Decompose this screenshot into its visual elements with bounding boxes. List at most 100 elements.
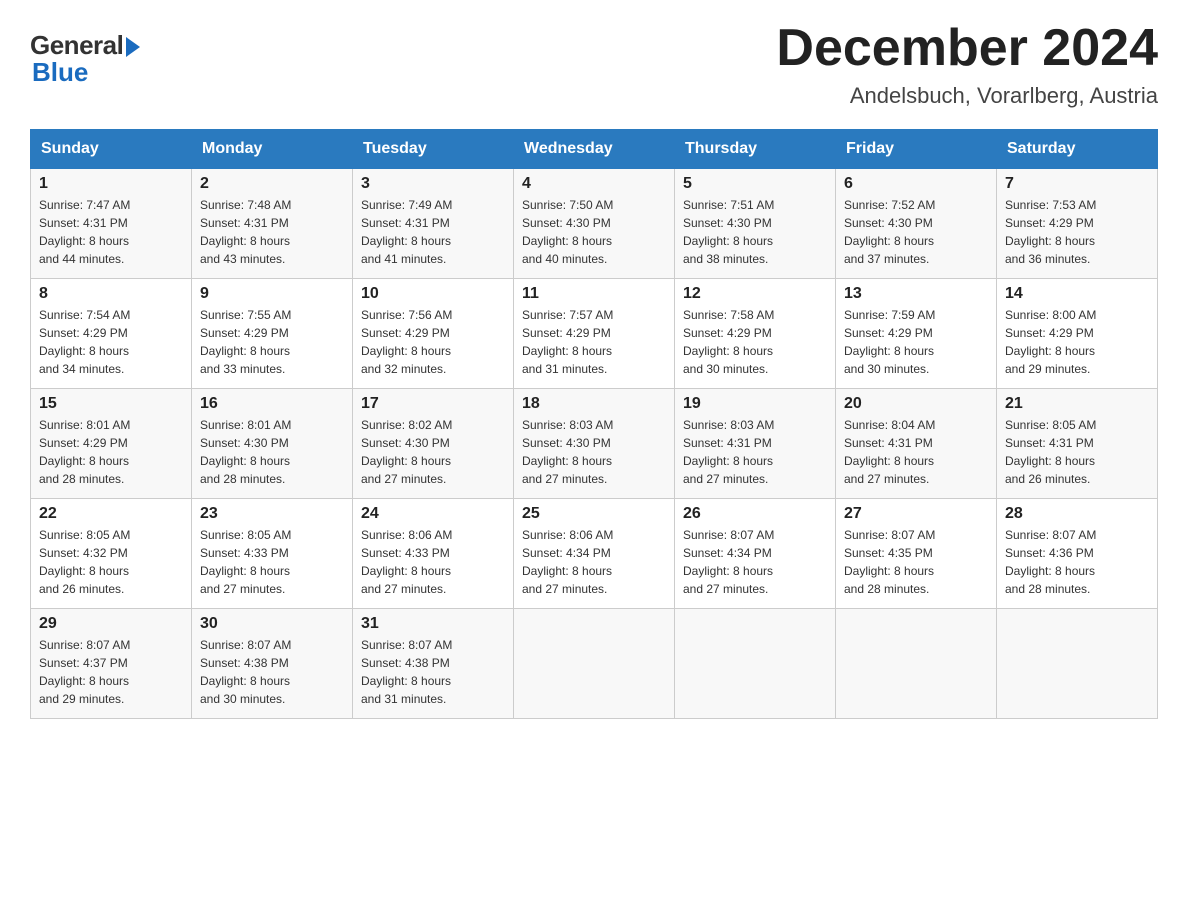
day-of-week-header: Saturday [997, 130, 1158, 169]
day-number: 7 [1005, 175, 1149, 193]
day-of-week-header: Tuesday [353, 130, 514, 169]
day-info: Sunrise: 8:06 AM Sunset: 4:33 PM Dayligh… [361, 526, 505, 598]
day-info: Sunrise: 8:07 AM Sunset: 4:38 PM Dayligh… [361, 636, 505, 708]
day-info: Sunrise: 8:07 AM Sunset: 4:37 PM Dayligh… [39, 636, 183, 708]
calendar-week-row: 22Sunrise: 8:05 AM Sunset: 4:32 PM Dayli… [31, 499, 1158, 609]
day-info: Sunrise: 7:47 AM Sunset: 4:31 PM Dayligh… [39, 196, 183, 268]
calendar-day-cell: 11Sunrise: 7:57 AM Sunset: 4:29 PM Dayli… [514, 279, 675, 389]
logo-arrow-icon [126, 37, 140, 57]
day-info: Sunrise: 8:07 AM Sunset: 4:35 PM Dayligh… [844, 526, 988, 598]
day-number: 1 [39, 175, 183, 193]
day-number: 18 [522, 395, 666, 413]
calendar-week-row: 8Sunrise: 7:54 AM Sunset: 4:29 PM Daylig… [31, 279, 1158, 389]
day-number: 21 [1005, 395, 1149, 413]
day-number: 25 [522, 505, 666, 523]
calendar-day-cell: 20 Sunrise: 8:04 AM Sunset: 4:31 PM Dayli… [836, 389, 997, 499]
day-info: Sunrise: 8:00 AM Sunset: 4:29 PM Dayligh… [1005, 306, 1149, 378]
calendar-day-cell [675, 609, 836, 719]
day-number: 10 [361, 285, 505, 303]
calendar-week-row: 1 Sunrise: 7:47 AM Sunset: 4:31 PM Daylig… [31, 169, 1158, 279]
day-info: Sunrise: 8:04 AM Sunset: 4:31 PM Dayligh… [844, 416, 988, 488]
day-number: 6 [844, 175, 988, 193]
calendar-week-row: 29 Sunrise: 8:07 AM Sunset: 4:37 PM Dayli… [31, 609, 1158, 719]
calendar-day-cell: 29 Sunrise: 8:07 AM Sunset: 4:37 PM Dayli… [31, 609, 192, 719]
day-number: 14 [1005, 285, 1149, 303]
calendar-day-cell: 18Sunrise: 8:03 AM Sunset: 4:30 PM Dayli… [514, 389, 675, 499]
calendar-day-cell [836, 609, 997, 719]
calendar-week-row: 15 Sunrise: 8:01 AM Sunset: 4:29 PM Dayli… [31, 389, 1158, 499]
calendar-day-cell: 24 Sunrise: 8:06 AM Sunset: 4:33 PM Dayli… [353, 499, 514, 609]
day-info: Sunrise: 7:48 AM Sunset: 4:31 PM Dayligh… [200, 196, 344, 268]
day-info: Sunrise: 7:53 AM Sunset: 4:29 PM Dayligh… [1005, 196, 1149, 268]
calendar-day-cell: 28Sunrise: 8:07 AM Sunset: 4:36 PM Dayli… [997, 499, 1158, 609]
day-info: Sunrise: 7:56 AM Sunset: 4:29 PM Dayligh… [361, 306, 505, 378]
page-header: General Blue December 2024 Andelsbuch, V… [30, 20, 1158, 109]
day-number: 15 [39, 395, 183, 413]
calendar-day-cell: 6 Sunrise: 7:52 AM Sunset: 4:30 PM Daylig… [836, 169, 997, 279]
day-number: 30 [200, 615, 344, 633]
day-info: Sunrise: 8:05 AM Sunset: 4:32 PM Dayligh… [39, 526, 183, 598]
day-number: 29 [39, 615, 183, 633]
calendar-day-cell: 8Sunrise: 7:54 AM Sunset: 4:29 PM Daylig… [31, 279, 192, 389]
calendar-day-cell [514, 609, 675, 719]
day-number: 3 [361, 175, 505, 193]
calendar-day-cell: 7 Sunrise: 7:53 AM Sunset: 4:29 PM Daylig… [997, 169, 1158, 279]
day-number: 27 [844, 505, 988, 523]
calendar-day-cell: 19Sunrise: 8:03 AM Sunset: 4:31 PM Dayli… [675, 389, 836, 499]
calendar-day-cell: 22Sunrise: 8:05 AM Sunset: 4:32 PM Dayli… [31, 499, 192, 609]
day-of-week-header: Monday [192, 130, 353, 169]
calendar-day-cell: 31 Sunrise: 8:07 AM Sunset: 4:38 PM Dayli… [353, 609, 514, 719]
day-number: 11 [522, 285, 666, 303]
day-number: 13 [844, 285, 988, 303]
day-info: Sunrise: 7:51 AM Sunset: 4:30 PM Dayligh… [683, 196, 827, 268]
day-info: Sunrise: 8:07 AM Sunset: 4:34 PM Dayligh… [683, 526, 827, 598]
day-info: Sunrise: 8:01 AM Sunset: 4:29 PM Dayligh… [39, 416, 183, 488]
calendar-day-cell: 23 Sunrise: 8:05 AM Sunset: 4:33 PM Dayli… [192, 499, 353, 609]
calendar-day-cell: 2 Sunrise: 7:48 AM Sunset: 4:31 PM Daylig… [192, 169, 353, 279]
calendar-day-cell: 13Sunrise: 7:59 AM Sunset: 4:29 PM Dayli… [836, 279, 997, 389]
calendar-day-cell: 3 Sunrise: 7:49 AM Sunset: 4:31 PM Daylig… [353, 169, 514, 279]
month-title: December 2024 [776, 20, 1158, 77]
calendar-day-cell [997, 609, 1158, 719]
day-number: 4 [522, 175, 666, 193]
day-info: Sunrise: 8:06 AM Sunset: 4:34 PM Dayligh… [522, 526, 666, 598]
day-number: 17 [361, 395, 505, 413]
day-info: Sunrise: 7:55 AM Sunset: 4:29 PM Dayligh… [200, 306, 344, 378]
day-number: 5 [683, 175, 827, 193]
calendar-day-cell: 21Sunrise: 8:05 AM Sunset: 4:31 PM Dayli… [997, 389, 1158, 499]
calendar-day-cell: 26 Sunrise: 8:07 AM Sunset: 4:34 PM Dayli… [675, 499, 836, 609]
logo: General Blue [30, 30, 140, 88]
day-info: Sunrise: 7:50 AM Sunset: 4:30 PM Dayligh… [522, 196, 666, 268]
day-number: 26 [683, 505, 827, 523]
calendar-day-cell: 17 Sunrise: 8:02 AM Sunset: 4:30 PM Dayli… [353, 389, 514, 499]
day-info: Sunrise: 8:01 AM Sunset: 4:30 PM Dayligh… [200, 416, 344, 488]
day-number: 24 [361, 505, 505, 523]
calendar-day-cell: 25 Sunrise: 8:06 AM Sunset: 4:34 PM Dayli… [514, 499, 675, 609]
calendar-day-cell: 30 Sunrise: 8:07 AM Sunset: 4:38 PM Dayli… [192, 609, 353, 719]
day-info: Sunrise: 8:05 AM Sunset: 4:33 PM Dayligh… [200, 526, 344, 598]
day-number: 19 [683, 395, 827, 413]
day-info: Sunrise: 7:49 AM Sunset: 4:31 PM Dayligh… [361, 196, 505, 268]
calendar-day-cell: 27 Sunrise: 8:07 AM Sunset: 4:35 PM Dayli… [836, 499, 997, 609]
day-info: Sunrise: 8:07 AM Sunset: 4:38 PM Dayligh… [200, 636, 344, 708]
day-number: 20 [844, 395, 988, 413]
day-number: 12 [683, 285, 827, 303]
day-number: 28 [1005, 505, 1149, 523]
day-number: 2 [200, 175, 344, 193]
day-number: 31 [361, 615, 505, 633]
calendar-table: SundayMondayTuesdayWednesdayThursdayFrid… [30, 129, 1158, 719]
calendar-day-cell: 9 Sunrise: 7:55 AM Sunset: 4:29 PM Daylig… [192, 279, 353, 389]
location-subtitle: Andelsbuch, Vorarlberg, Austria [776, 83, 1158, 109]
day-info: Sunrise: 7:58 AM Sunset: 4:29 PM Dayligh… [683, 306, 827, 378]
day-number: 9 [200, 285, 344, 303]
calendar-day-cell: 5 Sunrise: 7:51 AM Sunset: 4:30 PM Daylig… [675, 169, 836, 279]
day-number: 23 [200, 505, 344, 523]
day-info: Sunrise: 7:54 AM Sunset: 4:29 PM Dayligh… [39, 306, 183, 378]
day-of-week-header: Thursday [675, 130, 836, 169]
calendar-day-cell: 16 Sunrise: 8:01 AM Sunset: 4:30 PM Dayli… [192, 389, 353, 499]
day-number: 16 [200, 395, 344, 413]
day-info: Sunrise: 7:52 AM Sunset: 4:30 PM Dayligh… [844, 196, 988, 268]
day-info: Sunrise: 8:02 AM Sunset: 4:30 PM Dayligh… [361, 416, 505, 488]
calendar-day-cell: 10 Sunrise: 7:56 AM Sunset: 4:29 PM Dayli… [353, 279, 514, 389]
day-of-week-header: Sunday [31, 130, 192, 169]
